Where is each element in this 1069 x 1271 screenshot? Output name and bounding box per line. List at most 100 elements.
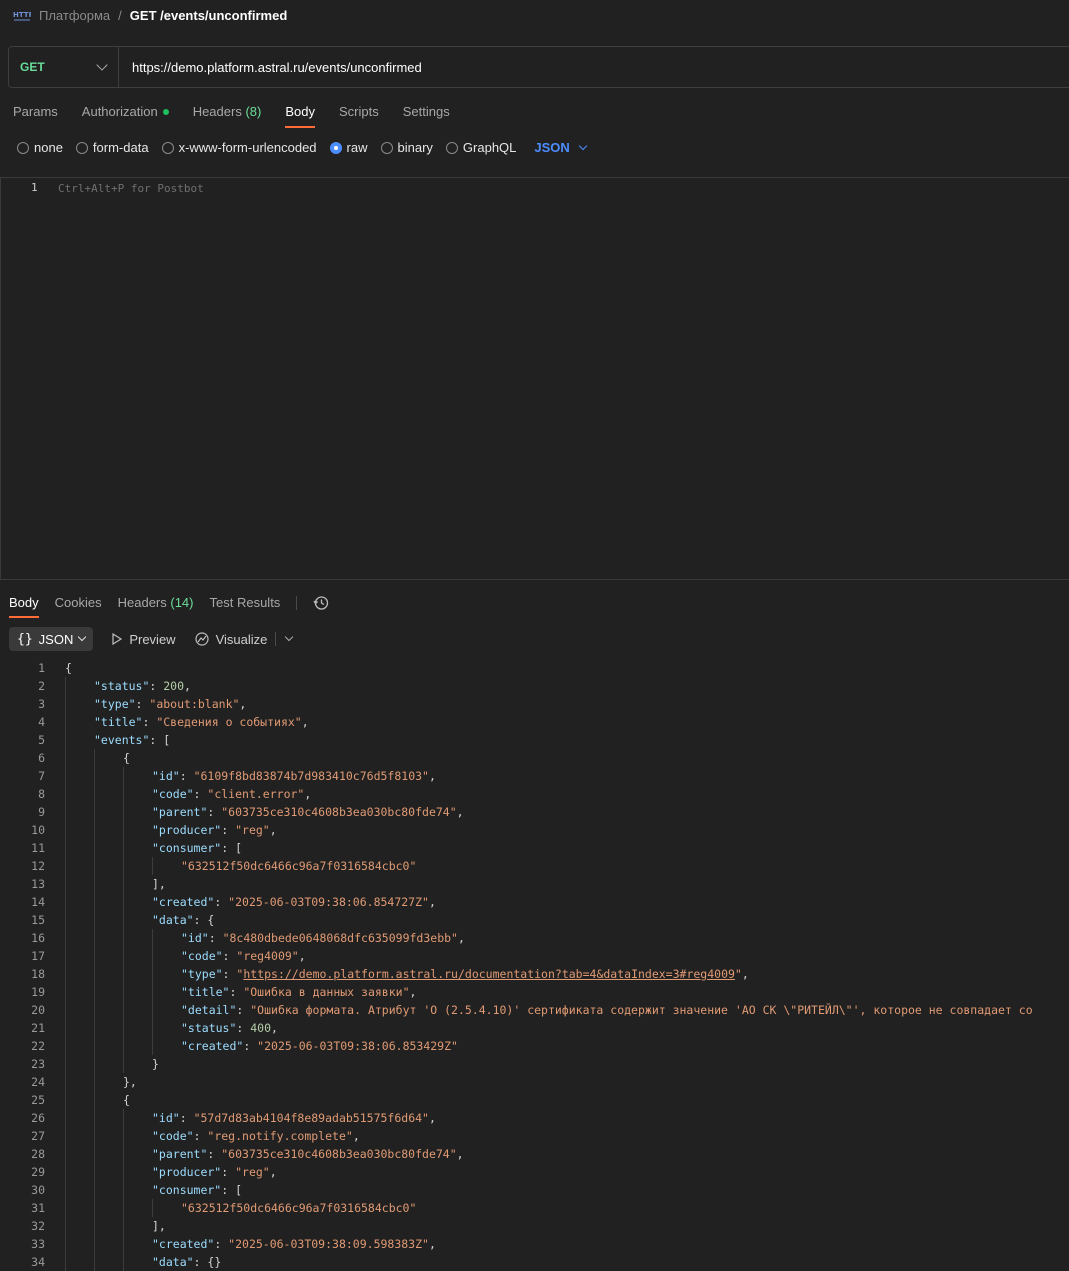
tab-test-results[interactable]: Test Results — [210, 595, 281, 617]
tab-cookies[interactable]: Cookies — [55, 595, 102, 617]
code-token: "8c480dbede0648068dfc635099fd3ebb" — [222, 931, 458, 945]
language-select[interactable]: JSON — [534, 140, 588, 155]
code-token: : — [222, 949, 237, 963]
tab-response-headers[interactable]: Headers (14) — [118, 595, 194, 617]
line-number: 14 — [31, 895, 45, 909]
code-token: , — [428, 1111, 436, 1125]
code-token: " — [734, 967, 742, 981]
indent-guide — [94, 1019, 95, 1037]
tab-label: Authorization — [81, 104, 158, 119]
chevron-down-icon[interactable] — [285, 632, 294, 642]
response-toolbar: {} JSON Preview Visualize — [9, 627, 294, 651]
code-text: "data": {} — [152, 1253, 221, 1271]
tab-headers[interactable]: Headers (8) — [193, 104, 262, 127]
body-type-urlencoded[interactable]: x-www-form-urlencoded — [161, 140, 317, 155]
indent-guide — [94, 857, 95, 875]
visualize-icon — [194, 632, 209, 646]
indent-guide — [65, 1091, 66, 1109]
code-token: "parent" — [152, 1147, 208, 1161]
line-number: 25 — [31, 1093, 45, 1107]
method-label: GET — [20, 60, 45, 74]
url-input[interactable] — [119, 47, 1069, 87]
code-text: "632512f50dc6466c96a7f0316584cbc0" — [181, 857, 416, 875]
indent-guide — [65, 893, 66, 911]
code-token: "code" — [152, 1129, 194, 1143]
tab-authorization[interactable]: Authorization — [82, 104, 169, 127]
request-body-editor[interactable]: 1 Ctrl+Alt+P for Postbot — [0, 177, 1069, 580]
indent-guide — [123, 1181, 124, 1199]
code-token: , — [301, 715, 309, 729]
radio-icon — [380, 141, 393, 154]
code-link[interactable]: https://demo.platform.astral.ru/document… — [243, 967, 735, 981]
body-type-form-data[interactable]: form-data — [75, 140, 149, 155]
code-token: , — [456, 805, 464, 819]
code-line: 26 "id": "57d7d83ab4104f8e89adab51575f6d6… — [0, 1109, 1069, 1127]
indent-guide — [123, 1127, 124, 1145]
svg-text:HTTP: HTTP — [13, 11, 31, 19]
line-number: 7 — [38, 769, 45, 783]
indent-guide — [94, 893, 95, 911]
radio-icon — [445, 141, 458, 154]
code-token: "2025-06-03T09:38:06.854727Z" — [228, 895, 429, 909]
indent-guide — [65, 857, 66, 875]
code-token: "2025-06-03T09:38:06.853429Z" — [257, 1039, 458, 1053]
response-body-viewer[interactable]: 1{2 "status": 200, 3 "type": "about:blank",… — [0, 659, 1069, 1271]
code-token: : [ — [221, 1183, 243, 1197]
response-format-select[interactable]: {} JSON — [9, 627, 94, 651]
tab-label: Scripts — [338, 104, 379, 119]
tab-label: Headers — [192, 104, 242, 119]
radio-label: raw — [346, 140, 368, 155]
code-text: "status": 400, — [181, 1019, 278, 1037]
code-text: "id": "8c480dbede0648068dfc635099fd3ebb"… — [181, 929, 465, 947]
editor-placeholder: Ctrl+Alt+P for Postbot — [58, 182, 204, 195]
code-token: : — [243, 1039, 258, 1053]
indent-guide — [65, 911, 66, 929]
code-text: "producer": "reg", — [152, 1163, 277, 1181]
body-type-binary[interactable]: binary — [380, 140, 433, 155]
code-token: , — [409, 985, 417, 999]
code-line: 8 "code": "client.error", — [0, 785, 1069, 803]
body-type-raw[interactable]: raw — [329, 140, 368, 155]
code-token: , — [352, 1129, 360, 1143]
code-token: "code" — [152, 787, 194, 801]
indent-guide — [152, 965, 153, 983]
code-token: , — [428, 895, 436, 909]
indent-guide — [94, 1037, 95, 1055]
indent-guide — [94, 821, 95, 839]
indent-guide — [123, 947, 124, 965]
indent-guide — [65, 713, 66, 731]
indent-guide — [94, 767, 95, 785]
indent-guide — [65, 1001, 66, 1019]
tab-settings[interactable]: Settings — [403, 104, 450, 127]
body-type-graphql[interactable]: GraphQL — [445, 140, 516, 155]
code-text: "code": "reg.notify.complete", — [152, 1127, 360, 1145]
tab-params[interactable]: Params — [13, 104, 58, 127]
code-line: 1{ — [0, 659, 1069, 677]
code-line: 12 "632512f50dc6466c96a7f0316584cbc0" — [0, 857, 1069, 875]
headers-count: (8) — [245, 104, 262, 119]
method-select[interactable]: GET — [9, 47, 119, 87]
url-bar: GET — [8, 46, 1069, 88]
breadcrumb-collection[interactable]: Платформа — [39, 8, 110, 23]
code-text: "title": "Ошибка в данных заявки", — [181, 983, 416, 1001]
tab-response-body[interactable]: Body — [9, 595, 39, 618]
tab-label: Params — [13, 104, 58, 119]
code-token: "57d7d83ab4104f8e89adab51575f6d64" — [193, 1111, 429, 1125]
indent-guide — [123, 785, 124, 803]
code-token: "6109f8bd83874b7d983410c76d5f8103" — [193, 769, 429, 783]
code-line: 18 "type": "https://demo.platform.astral.… — [0, 965, 1069, 983]
indent-guide — [123, 839, 124, 857]
tab-body[interactable]: Body — [285, 104, 315, 128]
visualize-button[interactable]: Visualize — [194, 631, 267, 647]
preview-button[interactable]: Preview — [111, 632, 176, 647]
code-line: 5 "events": [ — [0, 731, 1069, 749]
request-name[interactable]: GET /events/unconfirmed — [130, 8, 287, 23]
code-token: "type" — [94, 697, 136, 711]
tab-scripts[interactable]: Scripts — [339, 104, 379, 127]
breadcrumb-separator: / — [118, 7, 122, 23]
line-number: 10 — [31, 823, 45, 837]
code-token: : [ — [221, 841, 243, 855]
indent-guide — [123, 893, 124, 911]
history-icon[interactable] — [313, 595, 329, 611]
body-type-none[interactable]: none — [17, 140, 63, 155]
